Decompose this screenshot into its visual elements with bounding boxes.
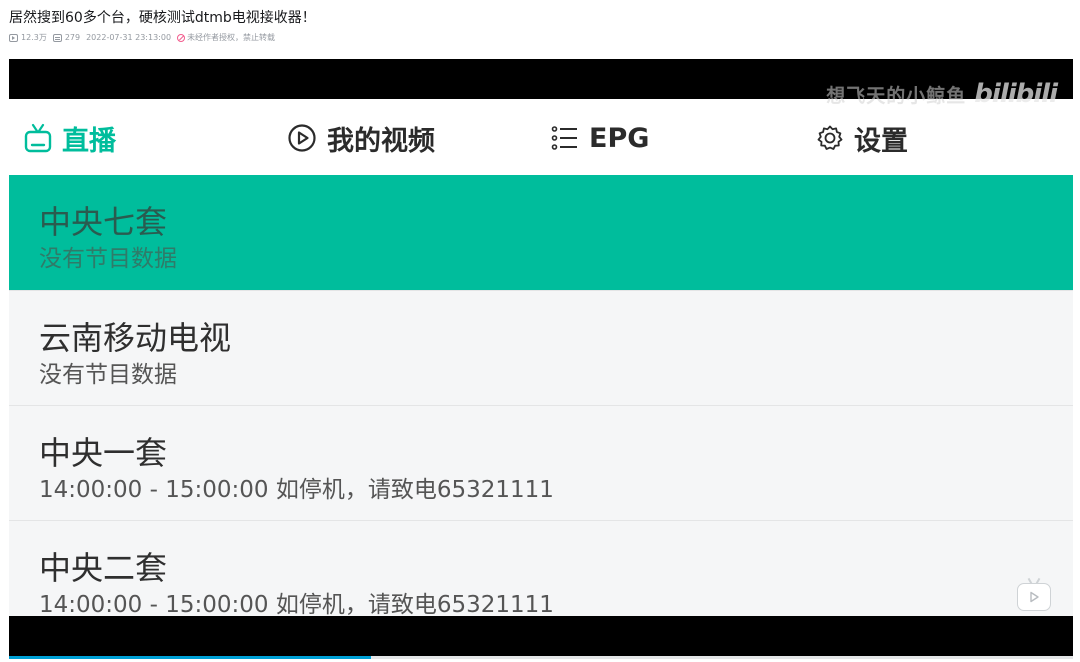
channel-name: 中央二套 xyxy=(39,549,168,587)
video-player[interactable]: 直播 我的视频 EPG 设置 中央七套 没有节目数据 云南移动电视 没有节目数据… xyxy=(9,59,1073,657)
tv-icon xyxy=(24,123,52,153)
bilibili-logo: bilibili xyxy=(974,79,1058,109)
copyright-notice: 未经作者授权，禁止转载 xyxy=(177,32,275,43)
channel-item[interactable]: 中央七套 没有节目数据 xyxy=(9,175,1073,290)
channel-program: 没有节目数据 xyxy=(39,246,177,272)
video-title: 居然搜到60多个台，硬核测试dtmb电视接收器！ xyxy=(9,10,316,26)
play-circle-icon xyxy=(288,124,316,152)
tab-live-label: 直播 xyxy=(62,125,116,157)
publish-datetime: 2022-07-31 23:13:00 xyxy=(86,33,172,42)
view-count-value: 12.3万 xyxy=(21,33,47,42)
channel-name: 中央七套 xyxy=(39,203,168,241)
video-progress-fill xyxy=(9,656,371,659)
mini-tv-button[interactable] xyxy=(1017,583,1051,611)
danmaku-icon xyxy=(52,33,62,42)
channel-program: 没有节目数据 xyxy=(39,362,177,388)
play-icon xyxy=(1030,591,1039,603)
channel-item[interactable]: 中央二套 14:00:00 - 15:00:00 如停机，请致电65321111 xyxy=(9,520,1073,616)
video-meta: 12.3万 279 2022-07-31 23:13:00 未经作者授权，禁止转… xyxy=(9,32,275,43)
tab-my-videos[interactable]: 我的视频 xyxy=(287,119,435,157)
channel-program: 14:00:00 - 15:00:00 如停机，请致电65321111 xyxy=(39,592,554,616)
play-count-icon xyxy=(9,33,18,42)
tab-live[interactable]: 直播 xyxy=(24,119,116,157)
danmaku-count: 279 xyxy=(52,33,81,42)
gear-icon xyxy=(817,125,843,150)
tab-epg[interactable]: EPG xyxy=(551,119,649,157)
tab-settings[interactable]: 设置 xyxy=(816,119,908,157)
danmaku-count-value: 279 xyxy=(64,33,81,42)
video-progress-bar[interactable] xyxy=(9,656,1073,659)
uploader-watermark: 想飞天的小鲸鱼 bilibili xyxy=(826,79,1058,109)
tv-app-screen: 直播 我的视频 EPG 设置 中央七套 没有节目数据 云南移动电视 没有节目数据… xyxy=(9,99,1073,616)
channel-name: 中央一套 xyxy=(39,434,168,472)
tab-my-videos-label: 我的视频 xyxy=(327,125,435,157)
tab-settings-label: 设置 xyxy=(854,125,908,157)
channel-name: 云南移动电视 xyxy=(39,319,232,357)
channel-item[interactable]: 云南移动电视 没有节目数据 xyxy=(9,290,1073,405)
tab-epg-label: EPG xyxy=(589,122,650,154)
watermark-text: 想飞天的小鲸鱼 xyxy=(826,84,967,107)
tab-bar: 直播 我的视频 EPG 设置 xyxy=(9,99,1073,175)
forbidden-icon xyxy=(177,33,186,42)
channel-program: 14:00:00 - 15:00:00 如停机，请致电65321111 xyxy=(39,477,554,503)
copyright-notice-text: 未经作者授权，禁止转载 xyxy=(187,33,276,42)
view-count: 12.3万 xyxy=(9,32,47,43)
channel-item[interactable]: 中央一套 14:00:00 - 15:00:00 如停机，请致电65321111 xyxy=(9,405,1073,520)
list-icon xyxy=(551,126,577,150)
